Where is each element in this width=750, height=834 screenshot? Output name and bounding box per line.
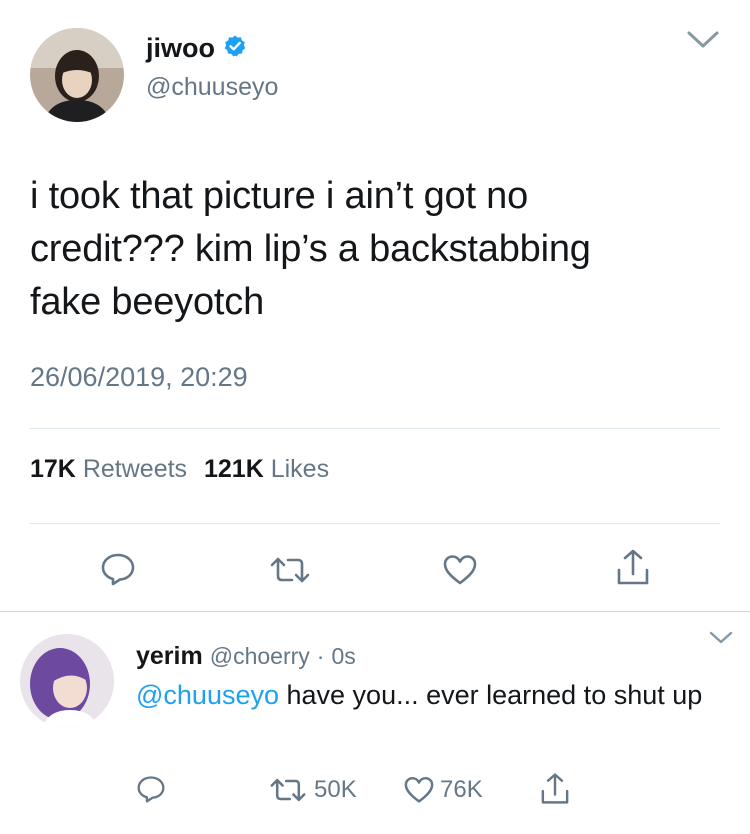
- author-display-name[interactable]: jiwoo: [146, 32, 215, 64]
- retweet-label: Retweets: [82, 455, 188, 483]
- reply-like-button[interactable]: 76K: [404, 776, 483, 804]
- author-name-row: jiwoo: [146, 32, 247, 64]
- reply-reply-icon[interactable]: [136, 775, 166, 803]
- reply-chevron-down-icon[interactable]: [708, 630, 734, 646]
- reply-retweet-icon: [270, 777, 306, 803]
- reply-retweet-count: 50K: [314, 776, 357, 803]
- reply-body: have you... ever learned to shut up: [279, 680, 703, 710]
- reply-separator: ·: [316, 643, 325, 669]
- retweet-stat[interactable]: 17K Retweets: [30, 455, 194, 483]
- author-handle[interactable]: @chuuseyo: [146, 72, 278, 102]
- verified-badge-icon: [223, 34, 247, 63]
- retweet-icon[interactable]: [270, 556, 310, 584]
- author-avatar[interactable]: [30, 28, 124, 122]
- reply-retweet-button[interactable]: 50K: [270, 776, 357, 804]
- reply-header: yerim @choerry · 0s: [136, 642, 356, 671]
- reply-mention-link[interactable]: @chuuseyo: [136, 680, 279, 710]
- like-icon[interactable]: [443, 554, 477, 586]
- chevron-down-icon[interactable]: [686, 30, 720, 50]
- reply-share-icon[interactable]: [540, 772, 570, 805]
- divider-top: [30, 428, 720, 429]
- divider-bottom: [30, 523, 720, 524]
- like-count: 121K: [204, 455, 264, 483]
- retweet-count: 17K: [30, 455, 76, 483]
- tweet-timestamp[interactable]: 26/06/2019, 20:29: [30, 361, 248, 393]
- like-stat[interactable]: 121K Likes: [204, 455, 329, 483]
- tweet-stats: 17K Retweets 121K Likes: [30, 454, 329, 484]
- reply-avatar[interactable]: [20, 634, 114, 728]
- share-icon[interactable]: [616, 548, 650, 586]
- reply-display-name[interactable]: yerim: [136, 642, 203, 671]
- like-label: Likes: [270, 455, 330, 483]
- reply-like-icon: [404, 776, 434, 804]
- tweet-separator: [0, 611, 750, 612]
- reply-time[interactable]: 0s: [331, 643, 355, 670]
- reply-text: @chuuseyo have you... ever learned to sh…: [136, 677, 736, 714]
- tweet-text: i took that picture i ain’t got no credi…: [30, 175, 591, 323]
- reply-icon[interactable]: [100, 552, 136, 586]
- reply-like-count: 76K: [440, 776, 483, 803]
- reply-handle[interactable]: @choerry: [210, 643, 310, 670]
